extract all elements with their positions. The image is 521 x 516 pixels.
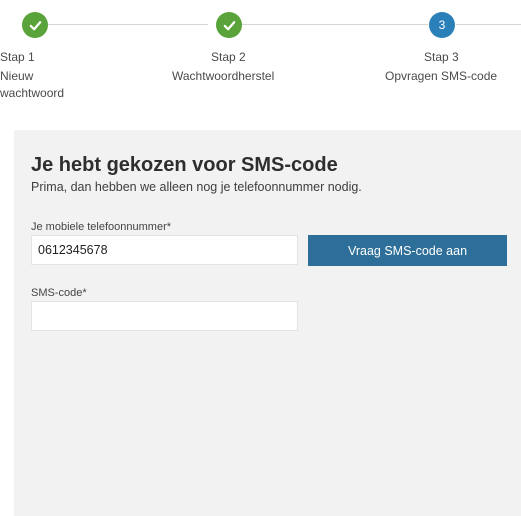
step-connector-line [456,24,521,25]
step-1-indicator [22,12,48,38]
sms-code-field[interactable] [31,301,298,331]
step-3-indicator: 3 [429,12,455,38]
page-title: Je hebt gekozen voor SMS-code [31,154,338,176]
phone-field-label: Je mobiele telefoonnummer* [31,221,172,233]
step-3-label: Stap 3 [424,50,459,64]
progress-stepper: Stap 1 Nieuw wachtwoord Stap 2 Wachtwoor… [0,0,521,120]
checkmark-icon [223,20,235,30]
step-connector-line [242,24,428,25]
step-connector-line [48,24,208,25]
step-2-indicator [216,12,242,38]
sms-code-field-label: SMS-code* [31,287,87,299]
step-1-label: Stap 1 [0,50,35,64]
step-2-label: Stap 2 [211,50,246,64]
request-sms-code-button[interactable]: Vraag SMS-code aan [308,235,507,266]
sms-code-panel: Je hebt gekozen voor SMS-code Prima, dan… [14,130,521,516]
page-subtitle: Prima, dan hebben we alleen nog je telef… [31,180,362,194]
step-2-description: Wachtwoordherstel [172,69,275,83]
checkmark-icon [29,20,41,30]
step-3-description: Opvragen SMS-code [385,69,498,83]
phone-number-field[interactable] [31,235,298,265]
step-1-description: Nieuw wachtwoord [0,69,65,100]
